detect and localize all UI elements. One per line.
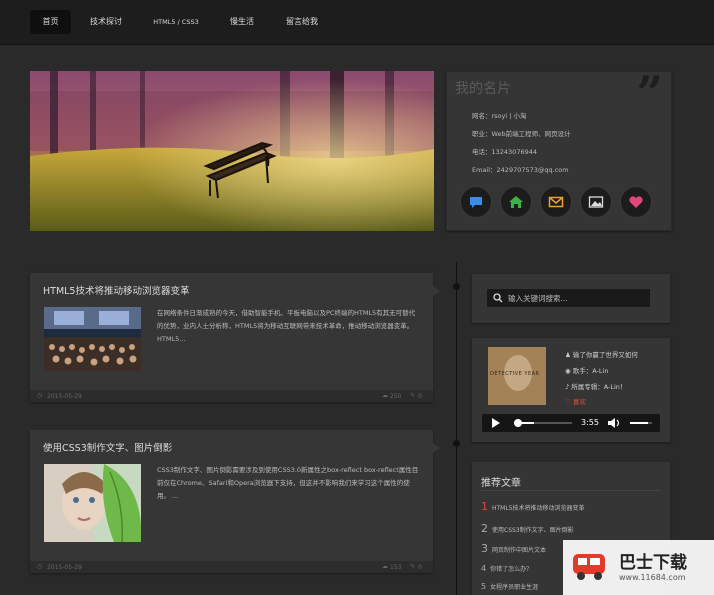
post-comments: 0 <box>418 564 422 571</box>
watermark-brand: 巴士下载 <box>619 553 687 573</box>
home-icon <box>509 196 523 208</box>
post-meta: ◷ 2015-05-29 ☁ 250 ✎ 0 <box>30 390 433 402</box>
top-nav-bar: 首页 技术探讨 HTML5 / CSS3 慢生活 留言给我 <box>0 0 714 45</box>
volume-icon[interactable] <box>608 418 620 428</box>
post-views: 153 <box>390 564 402 571</box>
nav-tech[interactable]: 技术探讨 <box>84 10 128 34</box>
timeline-line <box>456 262 457 595</box>
post-date: 2015-05-29 <box>47 393 82 400</box>
timeline-dot <box>453 440 460 447</box>
divider <box>481 490 661 491</box>
post-notch <box>432 285 440 297</box>
volume-track[interactable] <box>630 422 652 424</box>
nav-html5-css3[interactable]: HTML5 / CSS3 <box>146 10 206 34</box>
audio-player: 3:55 <box>482 414 660 432</box>
recommend-item[interactable]: 5 女程序员职业生涯 <box>481 582 538 591</box>
bus-logo-icon <box>573 554 605 580</box>
user-icon: ♟ <box>565 351 573 359</box>
picture-icon <box>588 196 604 208</box>
comment-icon: ✎ <box>410 563 416 570</box>
heart-icon <box>629 196 643 208</box>
play-icon[interactable] <box>491 418 501 428</box>
disc-icon: ◉ <box>565 367 573 375</box>
post-comments: 0 <box>418 393 422 400</box>
recommend-item[interactable]: 3 网页制作中图片文本 <box>481 542 546 555</box>
banner-image <box>30 71 434 231</box>
post-excerpt: 在网络条件日渐成熟的今天，借助智能手机、平板电脑以及PC终端的HTML5有其无可… <box>157 309 416 343</box>
profile-email: Email：2429707573@qq.com <box>472 166 569 174</box>
nav-message[interactable]: 留言给我 <box>280 10 324 34</box>
song-album: ♪ 所属专辑：A-Lin！ <box>565 383 627 391</box>
track-time: 3:55 <box>581 418 599 427</box>
volume-fill <box>630 422 648 424</box>
search-placeholder: 输入关键词搜索... <box>508 294 568 303</box>
watermark-url: www.11684.com <box>619 573 686 582</box>
profile-title: 我的名片 <box>455 81 511 97</box>
chat-button[interactable] <box>460 186 492 218</box>
nav-slow-life[interactable]: 慢生活 <box>225 10 259 34</box>
search-widget: 输入关键词搜索... <box>472 274 670 323</box>
recommend-item[interactable]: 2 使用CSS3制作文字、图片倒影 <box>481 522 574 535</box>
post-notch <box>432 442 440 454</box>
post-views: 250 <box>390 393 402 400</box>
search-input[interactable]: 输入关键词搜索... <box>487 289 650 307</box>
progress-handle[interactable] <box>514 419 522 427</box>
recommend-title: 推荐文章 <box>481 478 521 489</box>
album-cover-text: DETECTIVE YEAR <box>490 371 540 377</box>
search-icon <box>493 293 503 303</box>
song-singer: ◉ 歌手：A-Lin <box>565 367 609 375</box>
recommend-item[interactable]: 1 HTML5技术将推动移动浏览器变革 <box>481 500 585 513</box>
views-icon: ☁ <box>382 392 388 399</box>
profile-job: 职业：Web前端工程师、网页设计 <box>472 130 571 138</box>
mail-button[interactable] <box>540 186 572 218</box>
album-cover: DETECTIVE YEAR <box>488 347 546 405</box>
post-meta: ◷ 2015-05-29 ☁ 153 ✎ 0 <box>30 561 433 573</box>
clock-icon: ◷ <box>37 563 43 570</box>
mail-icon <box>548 196 564 208</box>
profile-phone: 电话：13243076944 <box>472 148 537 156</box>
song-title: ♟ 输了你赢了世界又如何 <box>565 351 638 359</box>
post-title[interactable]: 使用CSS3制作文字、图片倒影 <box>43 440 172 454</box>
profile-name: 网名：rsoyi | 小淘 <box>472 112 527 120</box>
heart-outline-icon: ♡ <box>565 398 573 406</box>
clock-icon: ◷ <box>37 392 43 399</box>
heart-button[interactable] <box>620 186 652 218</box>
quote-mark: ” <box>636 66 663 120</box>
timeline-dot <box>453 283 460 290</box>
progress-track[interactable] <box>514 419 572 427</box>
post-thumbnail[interactable] <box>44 307 141 371</box>
post-card: HTML5技术将推动移动浏览器变革 在网络条件日渐成熟的今天，借助智能手机、平板… <box>30 273 440 402</box>
music-widget: DETECTIVE YEAR ♟ 输了你赢了世界又如何 ◉ 歌手：A-Lin ♪… <box>472 338 670 442</box>
picture-button[interactable] <box>580 186 612 218</box>
views-icon: ☁ <box>382 563 388 570</box>
recommend-item[interactable]: 4 你错了怎么办？ <box>481 564 532 573</box>
watermark-logo: 巴士下载 www.11684.com <box>563 540 714 595</box>
post-thumbnail[interactable] <box>44 464 141 542</box>
like-button[interactable]: ♡ 喜欢 <box>565 396 586 406</box>
chat-icon <box>470 197 482 208</box>
post-card: 使用CSS3制作文字、图片倒影 CSS3制作文字、图片倒影需要涉及到使用CSS3… <box>30 430 440 573</box>
post-date: 2015-05-29 <box>47 564 82 571</box>
nav-home[interactable]: 首页 <box>30 10 71 34</box>
comment-icon: ✎ <box>410 392 416 399</box>
post-title[interactable]: HTML5技术将推动移动浏览器变革 <box>43 283 189 297</box>
home-button[interactable] <box>500 186 532 218</box>
post-excerpt: CSS3制作文字、图片倒影需要涉及到使用CSS3.0新属性之box-reflec… <box>157 466 419 500</box>
